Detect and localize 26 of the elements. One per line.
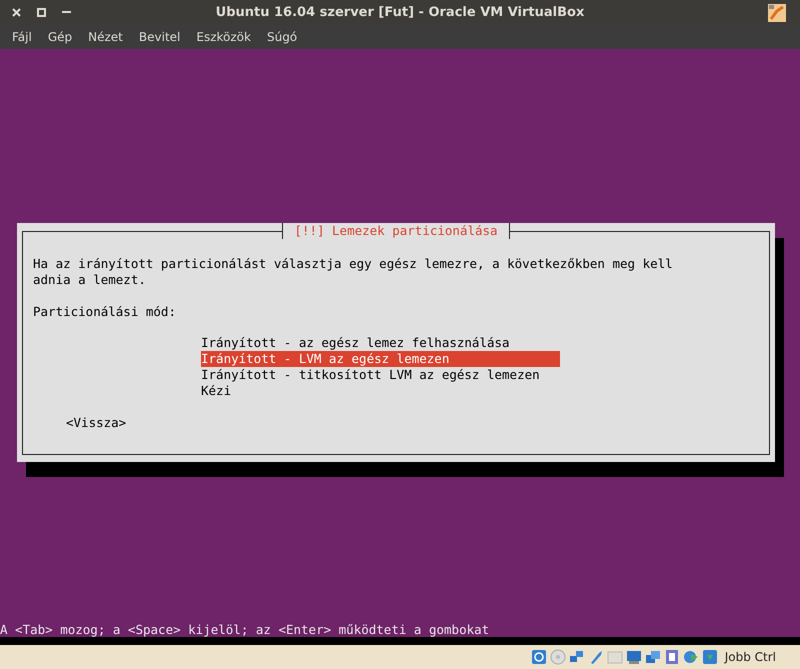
download-icon[interactable] (702, 649, 718, 665)
maximize-icon[interactable] (37, 8, 46, 17)
back-button[interactable]: <Vissza> (66, 415, 126, 431)
close-icon[interactable] (12, 8, 21, 17)
dialog-title: [!!] Lemezek particionálása (282, 223, 510, 239)
app-icon (768, 4, 786, 22)
window-title: Ubuntu 16.04 szerver [Fut] - Oracle VM VirtualBox (216, 4, 584, 22)
option-item[interactable]: Irányított - az egész lemez felhasználása (201, 335, 560, 351)
menu-item[interactable]: Gép (46, 28, 74, 46)
display-icon[interactable] (626, 649, 642, 665)
minimize-icon[interactable] (62, 11, 71, 14)
menu-item[interactable]: Nézet (86, 28, 125, 46)
description-text: adnia a lemezt. (33, 272, 146, 288)
network-icon[interactable] (568, 649, 585, 665)
menu-item[interactable]: Fájl (10, 28, 34, 46)
menu-item[interactable]: Súgó (264, 28, 300, 46)
prompt-text: Particionálási mód: (33, 304, 176, 320)
option-item[interactable]: Kézi (201, 383, 560, 399)
option-item[interactable]: Irányított - LVM az egész lemezen (201, 351, 560, 367)
windows-icon[interactable] (644, 649, 661, 665)
hint-text: A <Tab> mozog; a <Space> kijelöl; az <Enter> működteti a gombokat (0, 622, 490, 638)
host-key-label: Jobb Ctrl (724, 649, 776, 666)
menu-item[interactable]: Eszközök (194, 28, 253, 46)
option-item[interactable]: Irányított - titkosított LVM az egész lemezen (201, 367, 560, 383)
description-text: Ha az irányított particionálást választja egy egész lemezre, a következőkben meg kell (33, 256, 673, 272)
menu-item[interactable]: Bevitel (136, 28, 182, 46)
